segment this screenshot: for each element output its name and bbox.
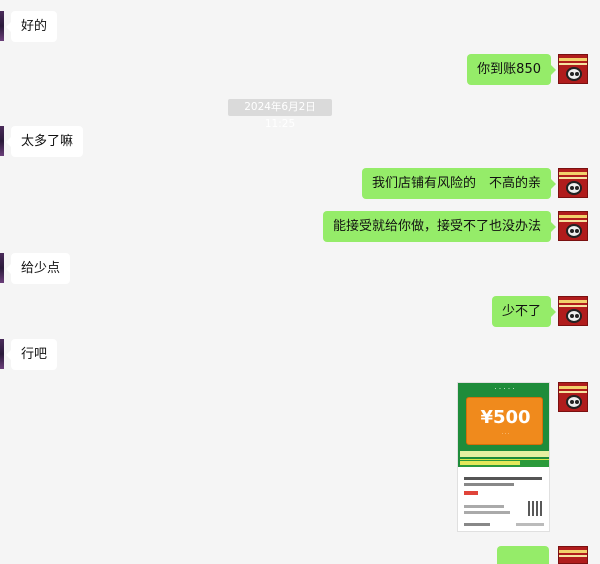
image-footer-mark — [464, 523, 490, 526]
message-text: 行吧 — [21, 347, 48, 362]
message-timestamp: 2024年6月2日 11:25 — [228, 99, 332, 130]
image-text-line — [464, 483, 514, 486]
chat-message-list[interactable]: 好的 你到账850 2024年6月2日 11:25 太多了嘛 我们店铺有风险的 … — [0, 0, 600, 564]
my-avatar[interactable] — [558, 168, 588, 198]
my-avatar[interactable] — [558, 296, 588, 326]
incoming-message-bubble[interactable]: 太多了嘛 — [5, 126, 84, 157]
contact-avatar[interactable] — [0, 11, 4, 41]
incoming-message-bubble[interactable]: 好的 — [5, 11, 58, 42]
image-text-line — [464, 511, 510, 514]
voucher-amount: ¥500 — [480, 407, 531, 428]
contact-avatar[interactable] — [0, 253, 4, 283]
voucher-subtext-graphic: · · · — [501, 431, 510, 437]
image-footer-mark — [516, 523, 544, 526]
my-avatar[interactable] — [558, 54, 588, 84]
message-text: 给少点 — [21, 261, 61, 276]
outgoing-message-bubble[interactable]: 我们店铺有风险的 不高的亲 — [361, 168, 557, 199]
voucher-card: ¥500 · · · — [466, 397, 543, 445]
image-message[interactable]: · · · · · ¥500 · · · — [457, 382, 550, 532]
qr-code-icon — [528, 501, 543, 516]
my-avatar[interactable] — [558, 382, 588, 412]
outgoing-message-bubble-partial[interactable] — [497, 546, 549, 564]
message-text: 我们店铺有风险的 不高的亲 — [371, 176, 541, 191]
incoming-message-bubble[interactable]: 行吧 — [5, 339, 58, 370]
contact-avatar[interactable] — [0, 339, 4, 369]
outgoing-message-bubble[interactable]: 能接受就给你做，接受不了也没办法 — [322, 211, 557, 242]
message-text: 太多了嘛 — [21, 134, 74, 149]
image-text-line — [464, 477, 542, 480]
incoming-message-bubble[interactable]: 给少点 — [5, 253, 71, 284]
message-text: 好的 — [21, 19, 48, 34]
image-strip — [460, 451, 549, 457]
image-text-line — [464, 505, 504, 508]
contact-avatar[interactable] — [0, 126, 4, 156]
my-avatar[interactable] — [558, 546, 588, 564]
outgoing-message-bubble[interactable]: 少不了 — [491, 296, 557, 327]
image-price-mark — [464, 491, 478, 495]
message-text: 少不了 — [501, 304, 541, 319]
voucher-image-title-graphic: · · · · · — [494, 385, 515, 393]
message-text: 你到账850 — [477, 62, 541, 77]
outgoing-message-bubble[interactable]: 你到账850 — [467, 54, 556, 85]
message-text: 能接受就给你做，接受不了也没办法 — [332, 219, 541, 234]
image-strip — [460, 461, 520, 465]
my-avatar[interactable] — [558, 211, 588, 241]
